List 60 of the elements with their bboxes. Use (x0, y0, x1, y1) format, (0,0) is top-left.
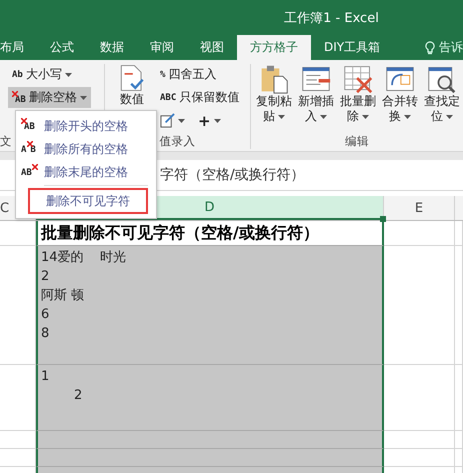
ribbon-tab[interactable]: 布局 (0, 35, 37, 60)
ribbon-large-button[interactable]: 合并转 换 (379, 64, 421, 134)
caret-icon (214, 118, 221, 122)
grid-cell (0, 431, 36, 449)
cell-text-line: 1 (41, 368, 50, 386)
menu-item[interactable]: AB 删除所有的空格 (16, 138, 156, 160)
grid-cell (0, 449, 36, 467)
group-label: 文 (0, 134, 12, 149)
number-check-icon (119, 64, 145, 92)
group-label: 编辑 (345, 134, 369, 149)
menu-item[interactable]: AB 删除末尾的空格 (16, 161, 156, 183)
caret-icon (64, 72, 72, 76)
grid-cell (384, 449, 455, 467)
ribbon-tab[interactable]: 数据 (87, 35, 137, 60)
cell-text-line: 2 (41, 268, 50, 286)
tell-me-label[interactable]: 告诉 (439, 39, 463, 56)
ribbon-tab[interactable]: 方方格子 (237, 35, 311, 60)
delete-table-icon (343, 64, 373, 94)
find-icon (427, 64, 457, 94)
formula-bar-text: 字符（空格/或换行符） (160, 166, 305, 184)
clipboard-icon (259, 64, 289, 94)
ribbon-tab[interactable]: DIY工具箱 (311, 35, 394, 60)
group-label: 值录入 (160, 134, 196, 149)
caret-icon (446, 114, 453, 118)
fill-handle[interactable] (380, 216, 386, 222)
lightbulb-icon (425, 40, 435, 54)
edit-icon (160, 113, 175, 128)
cell-text-line: 2 (73, 387, 84, 405)
ribbon-tab[interactable]: 审阅 (137, 35, 187, 60)
grid-cell (384, 365, 455, 431)
window-title: 工作簿1 - Excel (284, 10, 379, 26)
ribbon-button[interactable]: % 四舍五入 (156, 64, 244, 85)
caret-icon (404, 114, 411, 118)
ribbon-large-button[interactable]: 批量删 除 (337, 64, 379, 134)
ribbon-large-button[interactable]: 新增插 入 (295, 64, 337, 134)
ribbon-dropdown-button[interactable]: Ab 大小写 (8, 64, 91, 85)
ribbon-tab[interactable]: 视图 (187, 35, 237, 60)
grid-cell (384, 431, 455, 449)
caret-icon (278, 114, 285, 118)
cell-text-line: 14爱的 时光 (41, 249, 128, 267)
cell-text-line: 阿斯 顿 (41, 287, 86, 305)
menu-item[interactable]: AB 删除开头的空格 (16, 115, 156, 137)
table-cell-text: 批量删除不可见字符（空格/或换行符） (41, 223, 320, 244)
insert-row-icon (301, 64, 331, 94)
caret-icon (320, 114, 327, 118)
grid-cell (0, 365, 36, 431)
caret-icon (80, 96, 87, 100)
caret-icon (178, 118, 185, 122)
case-icon: Ab (12, 70, 23, 80)
ribbon-tab[interactable]: 公式 (37, 35, 87, 60)
menu-item[interactable]: 删除不可见字符 (28, 188, 148, 214)
merge-table-icon (385, 64, 415, 94)
ribbon-large-button[interactable]: 查找定 位 (421, 64, 463, 134)
caret-icon (362, 114, 369, 118)
cell-text-line: 8 (41, 325, 50, 343)
ribbon-large-button[interactable]: 复制粘 贴 (253, 64, 295, 134)
cell-text-line: 6 (41, 306, 50, 324)
ribbon-button[interactable]: + (156, 110, 244, 131)
ribbon-dropdown-button[interactable]: AB 删除空格 (8, 87, 91, 108)
ribbon-button[interactable]: ABC 只保留数值 (156, 87, 244, 108)
